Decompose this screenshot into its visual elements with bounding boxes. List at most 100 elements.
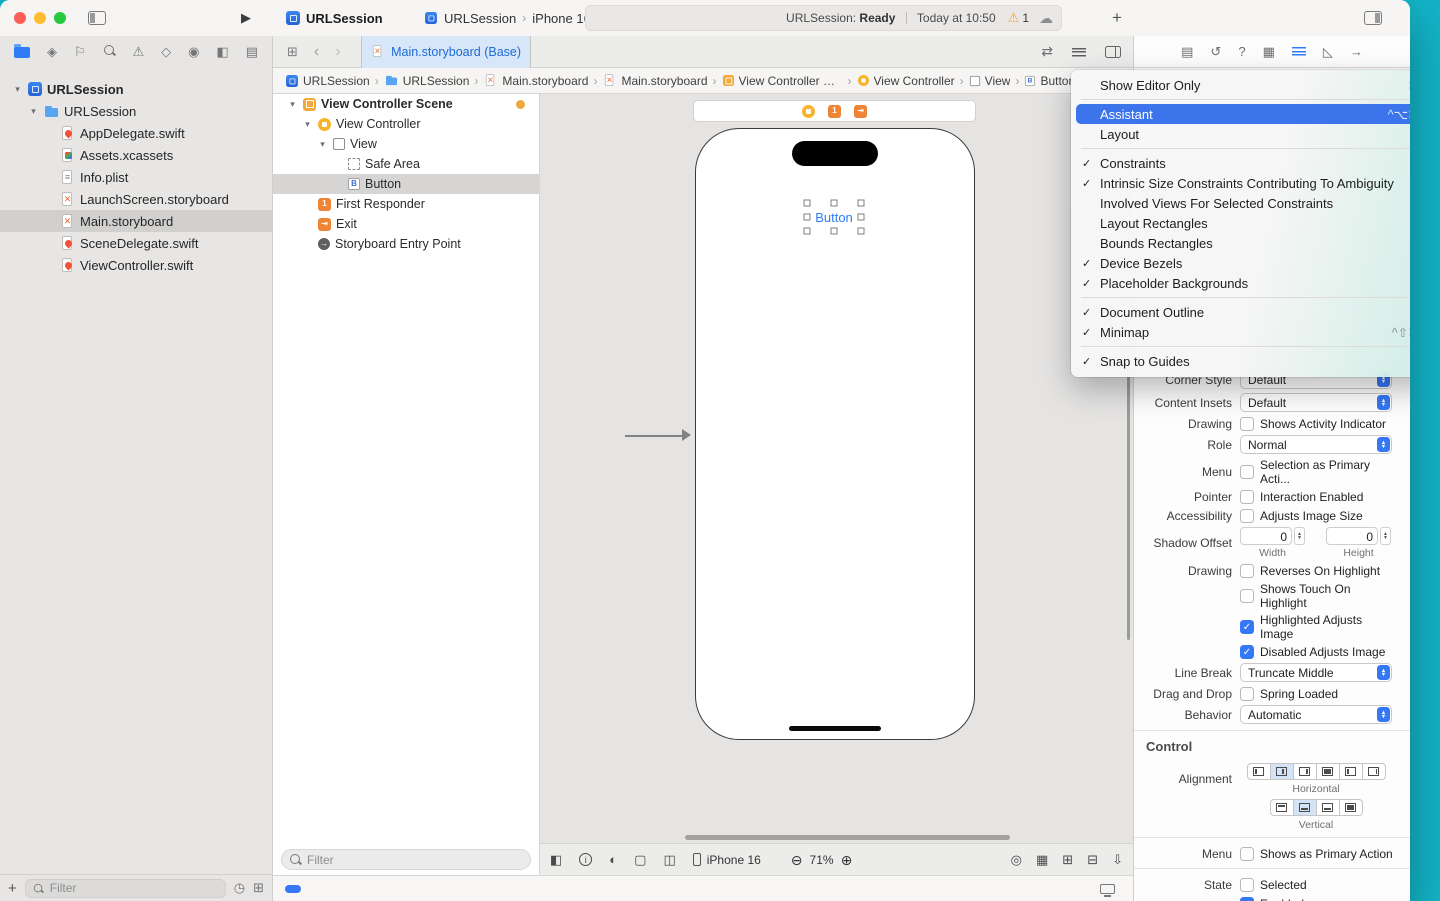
resolve-autolayout-icon[interactable]: ⇩ — [1112, 852, 1123, 868]
history-inspector-icon[interactable]: ↺ — [1210, 44, 1221, 60]
new-tab-button[interactable]: + — [1112, 8, 1122, 28]
menu-item-placeholder-backgrounds[interactable]: ✓Placeholder Backgrounds — [1071, 273, 1410, 293]
add-file-button[interactable]: + — [8, 880, 17, 897]
selection-handle[interactable] — [858, 200, 865, 207]
menu-item-show-editor-only[interactable]: Show Editor Only⌘↩ — [1071, 75, 1410, 95]
update-frames-icon[interactable]: ◎ — [1011, 852, 1022, 868]
adjust-editor-icon[interactable]: i — [579, 853, 592, 866]
checkbox-shows-activity-indicator[interactable]: Shows Activity Indicator — [1240, 417, 1386, 431]
embed-icon[interactable]: ▦ — [1036, 852, 1048, 868]
size-inspector-icon[interactable]: ◺ — [1323, 44, 1333, 60]
storyboard-canvas[interactable]: 1⇥ Button ◧ i ◐ ▢ ◫ iPhone 16 — [540, 94, 1133, 875]
outline-row-first-responder[interactable]: 1First Responder — [273, 194, 539, 214]
outline-row-button[interactable]: BButton — [273, 174, 539, 194]
selection-handle[interactable] — [831, 228, 838, 235]
checkbox-adjusts-image-size[interactable]: Adjusts Image Size — [1240, 509, 1363, 523]
align-segment-h-2[interactable] — [1293, 763, 1317, 780]
breadcrumb-urlsession-1[interactable]: URLSession — [384, 73, 470, 88]
run-button[interactable]: ▶ — [241, 0, 251, 36]
selection-handle[interactable] — [858, 214, 865, 221]
field-shadow-offset-width[interactable]: 0▲▼ — [1240, 527, 1305, 545]
orientation-icon[interactable]: ◫ — [663, 853, 675, 866]
minimize-window-button[interactable] — [34, 12, 46, 24]
display-icon[interactable] — [1100, 884, 1115, 894]
breadcrumb-view-controller-5[interactable]: View Controller — [857, 74, 955, 88]
align-segment-h-1[interactable] — [1270, 763, 1294, 780]
selection-handle[interactable] — [804, 200, 811, 207]
stepper-icon[interactable]: ▲▼ — [1294, 527, 1305, 545]
file-row-urlsession[interactable]: ▾URLSession — [0, 100, 272, 122]
breakpoints-navigator-icon[interactable]: ◧ — [216, 44, 228, 60]
device-selector[interactable]: iPhone 16 — [693, 853, 761, 867]
zoom-window-button[interactable] — [54, 12, 66, 24]
breadcrumb-main-storyboard-2[interactable]: ✕Main.storyboard — [483, 73, 588, 88]
file-row-main-storyboard[interactable]: ✕Main.storyboard — [0, 210, 272, 232]
recent-files-filter-icon[interactable]: ◷ — [234, 880, 245, 896]
checkbox-spring-loaded[interactable]: Spring Loaded — [1240, 687, 1338, 701]
popup-content-insets[interactable]: Default▲▼ — [1240, 393, 1392, 412]
file-row-assets-xcassets[interactable]: Assets.xcassets — [0, 144, 272, 166]
checkbox-selected[interactable]: Selected — [1240, 878, 1307, 892]
tests-navigator-icon[interactable]: ◇ — [161, 44, 171, 60]
file-row-info-plist[interactable]: ≡Info.plist — [0, 166, 272, 188]
breadcrumb-main-storyboard-3[interactable]: ✕Main.storyboard — [602, 73, 707, 88]
menu-item-layout-rectangles[interactable]: Layout Rectangles — [1071, 213, 1410, 233]
menu-item-assistant[interactable]: Assistant^⌥⌘↩ — [1076, 104, 1410, 124]
outline-row-storyboard-entry-point[interactable]: →Storyboard Entry Point — [273, 234, 539, 254]
warning-badge[interactable]: ⚠ 1 — [1008, 10, 1029, 26]
align-segment-v-3[interactable] — [1339, 799, 1363, 816]
checkbox-interaction-enabled[interactable]: Interaction Enabled — [1240, 490, 1363, 504]
checkbox-shows-as-primary-action[interactable]: Shows as Primary Action — [1240, 847, 1393, 861]
activity-view[interactable]: URLSession: Ready Today at 10:50 ⚠ 1 ☁ — [585, 5, 1062, 31]
breadcrumb-button-7[interactable]: BButton — [1024, 74, 1075, 88]
zoom-level[interactable]: 71% — [810, 853, 834, 867]
menu-item-involved-views-for-selected-constraints[interactable]: Involved Views For Selected Constraints — [1071, 193, 1410, 213]
menu-item-constraints[interactable]: ✓Constraints — [1071, 153, 1410, 173]
checkbox-highlighted-adjusts-image[interactable]: ✓Highlighted Adjusts Image — [1240, 613, 1396, 641]
identity-inspector-icon[interactable]: ▦ — [1263, 44, 1275, 60]
editor-options-button[interactable] — [1072, 47, 1086, 57]
add-constraints-icon[interactable]: ⊟ — [1087, 852, 1098, 868]
jump-bar[interactable]: URLSession›URLSession›✕Main.storyboard›✕… — [273, 68, 1133, 94]
checkbox-disabled-adjusts-image[interactable]: ✓Disabled Adjusts Image — [1240, 645, 1385, 659]
menu-item-document-outline[interactable]: ✓Document Outline — [1071, 302, 1410, 322]
quick-help-inspector-icon[interactable]: ? — [1238, 44, 1245, 59]
stepper-icon[interactable]: ▲▼ — [1380, 527, 1391, 545]
file-row-launchscreen-storyboard[interactable]: ✕LaunchScreen.storyboard — [0, 188, 272, 210]
breadcrumb-view-controller-scene-4[interactable]: View Controller Scene — [722, 74, 843, 88]
outline-row-view[interactable]: ▾View — [273, 134, 539, 154]
code-review-icon[interactable]: ⇄ — [1041, 43, 1053, 60]
file-inspector-icon[interactable]: ▤ — [1181, 44, 1193, 60]
align-icon[interactable]: ⊞ — [1062, 852, 1073, 868]
menu-item-device-bezels[interactable]: ✓Device Bezels — [1071, 253, 1410, 273]
debug-navigator-icon[interactable]: ◉ — [188, 44, 199, 60]
file-row-viewcontroller-swift[interactable]: ViewController.swift — [0, 254, 272, 276]
breadcrumb-urlsession-0[interactable]: URLSession — [285, 74, 370, 88]
menu-item-intrinsic-size-constraints-contributing-to-ambiguity[interactable]: ✓Intrinsic Size Constraints Contributing… — [1071, 173, 1410, 193]
navigator-filter-field[interactable]: Filter — [25, 879, 226, 898]
menu-item-minimap[interactable]: ✓Minimap^⇧⌘M — [1071, 322, 1410, 342]
menu-item-layout[interactable]: Layout› — [1071, 124, 1410, 144]
outline-row-view-controller-scene[interactable]: ▾View Controller Scene — [273, 94, 539, 114]
issues-navigator-icon[interactable]: ⚠ — [133, 44, 145, 60]
source-control-filter-icon[interactable]: ⊞ — [253, 880, 264, 896]
checkbox-selection-as-primary-acti[interactable]: Selection as Primary Acti... — [1240, 458, 1396, 486]
add-editor-icon[interactable] — [1105, 46, 1121, 58]
align-segment-v-0[interactable] — [1270, 799, 1294, 816]
align-segment-h-5[interactable] — [1362, 763, 1386, 780]
menu-item-bounds-rectangles[interactable]: Bounds Rectangles — [1071, 233, 1410, 253]
zoom-out-icon[interactable]: ⊖ — [791, 853, 803, 867]
scene-dock[interactable]: 1⇥ — [693, 100, 976, 122]
forward-button[interactable]: › — [335, 44, 340, 60]
align-segment-h-4[interactable] — [1339, 763, 1363, 780]
connections-inspector-icon[interactable]: → — [1350, 44, 1363, 59]
file-row-appdelegate-swift[interactable]: AppDelegate.swift — [0, 122, 272, 144]
selection-handle[interactable] — [804, 228, 811, 235]
align-segment-v-1[interactable] — [1293, 799, 1317, 816]
checkbox-enabled[interactable]: ✓Enabled — [1240, 897, 1304, 901]
hide-document-outline-icon[interactable]: ◧ — [550, 853, 562, 866]
outline-row-exit[interactable]: ⇥Exit — [273, 214, 539, 234]
popup-line-break[interactable]: Truncate Middle▲▼ — [1240, 663, 1392, 682]
field-shadow-offset-height[interactable]: 0▲▼ — [1326, 527, 1391, 545]
tab-overview-icon[interactable]: ⊞ — [287, 44, 298, 60]
